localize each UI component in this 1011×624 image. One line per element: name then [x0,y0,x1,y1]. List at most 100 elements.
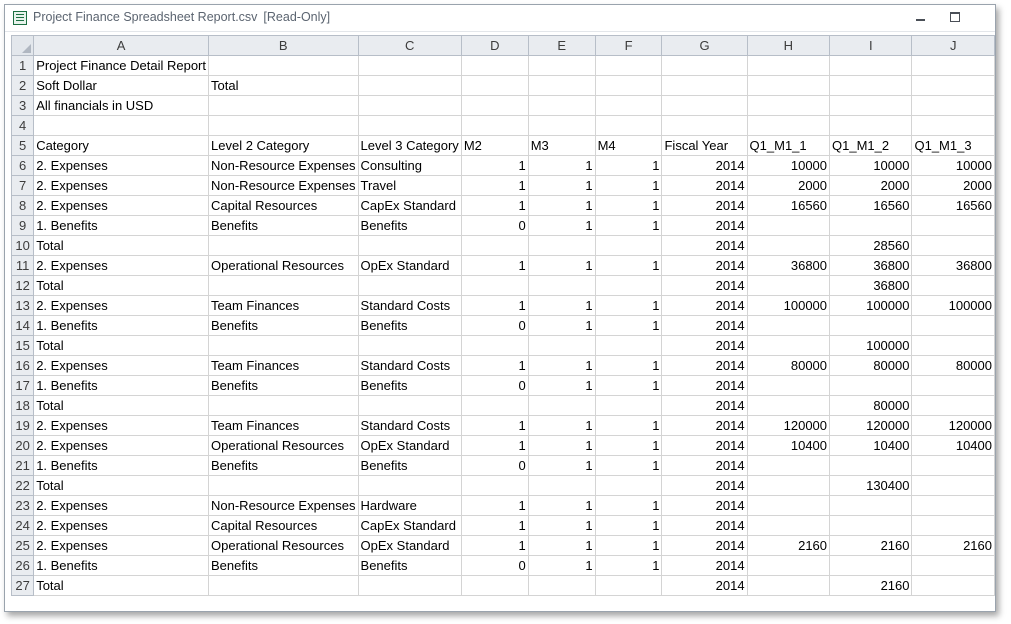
cell-a7[interactable]: 2. Expenses [33,175,209,196]
cell-f19[interactable]: 1 [594,415,663,436]
cell-a19[interactable]: 2. Expenses [33,415,209,436]
cell-c18[interactable] [357,395,462,416]
cell-i2[interactable] [829,75,913,96]
cell-h7[interactable]: 2000 [746,175,831,196]
cell-j14[interactable] [911,315,995,336]
cell-g18[interactable]: 2014 [661,395,748,416]
cell-h5[interactable]: Q1_M1_1 [746,135,831,156]
cell-d2[interactable] [460,75,529,96]
cell-f10[interactable] [594,235,663,256]
column-header-d[interactable]: D [460,35,529,56]
cell-c8[interactable]: CapEx Standard [357,195,462,216]
cell-g1[interactable] [661,55,748,76]
cell-i26[interactable] [829,555,913,576]
cell-j18[interactable] [911,395,995,416]
cell-b2[interactable]: Total [208,75,359,96]
cell-g4[interactable] [661,115,748,136]
cell-b7[interactable]: Non-Resource Expenses [208,175,359,196]
cell-b27[interactable] [208,575,359,596]
cell-e21[interactable]: 1 [527,455,596,476]
column-header-f[interactable]: F [594,35,663,56]
row-header[interactable]: 4 [10,115,35,136]
cell-a27[interactable]: Total [33,575,209,596]
cell-a5[interactable]: Category [33,135,209,156]
cell-d4[interactable] [460,115,529,136]
cell-i8[interactable]: 16560 [829,195,913,216]
cell-j17[interactable] [911,375,995,396]
cell-j19[interactable]: 120000 [911,415,995,436]
cell-a2[interactable]: Soft Dollar [33,75,209,96]
cell-f24[interactable]: 1 [594,515,663,536]
cell-a14[interactable]: 1. Benefits [33,315,209,336]
cell-a11[interactable]: 2. Expenses [33,255,209,276]
cell-e17[interactable]: 1 [527,375,596,396]
cell-e26[interactable]: 1 [527,555,596,576]
cell-b21[interactable]: Benefits [208,455,359,476]
cell-h19[interactable]: 120000 [746,415,831,436]
minimize-icon[interactable] [913,10,929,24]
cell-b25[interactable]: Operational Resources [208,535,359,556]
cell-j21[interactable] [911,455,995,476]
cell-c20[interactable]: OpEx Standard [357,435,462,456]
cell-f17[interactable]: 1 [594,375,663,396]
cell-j23[interactable] [911,495,995,516]
cell-c19[interactable]: Standard Costs [357,415,462,436]
cell-a24[interactable]: 2. Expenses [33,515,209,536]
cell-g11[interactable]: 2014 [661,255,748,276]
cell-b12[interactable] [208,275,359,296]
cell-e10[interactable] [527,235,596,256]
cell-d24[interactable]: 1 [460,515,529,536]
cell-h11[interactable]: 36800 [746,255,831,276]
cell-c3[interactable] [357,95,462,116]
cell-i4[interactable] [829,115,913,136]
cell-e3[interactable] [527,95,596,116]
cell-g22[interactable]: 2014 [661,475,748,496]
cell-a4[interactable] [33,115,209,136]
cell-h12[interactable] [746,275,831,296]
cell-d5[interactable]: M2 [460,135,529,156]
cell-g16[interactable]: 2014 [661,355,748,376]
cell-i24[interactable] [829,515,913,536]
cell-c12[interactable] [357,275,462,296]
cell-e16[interactable]: 1 [527,355,596,376]
column-header-j[interactable]: J [911,35,995,56]
cell-e8[interactable]: 1 [527,195,596,216]
cell-i19[interactable]: 120000 [829,415,913,436]
cell-c4[interactable] [357,115,462,136]
cell-f25[interactable]: 1 [594,535,663,556]
cell-j8[interactable]: 16560 [911,195,995,216]
cell-j7[interactable]: 2000 [911,175,995,196]
cell-c17[interactable]: Benefits [357,375,462,396]
cell-c1[interactable] [357,55,462,76]
row-header[interactable]: 17 [10,375,35,396]
cell-j25[interactable]: 2160 [911,535,995,556]
cell-j13[interactable]: 100000 [911,295,995,316]
cell-h22[interactable] [746,475,831,496]
column-header-i[interactable]: I [829,35,913,56]
cell-i12[interactable]: 36800 [829,275,913,296]
column-header-b[interactable]: B [208,35,359,56]
cell-d15[interactable] [460,335,529,356]
row-header[interactable]: 27 [10,575,35,596]
column-header-h[interactable]: H [746,35,831,56]
cell-j11[interactable]: 36800 [911,255,995,276]
cell-i27[interactable]: 2160 [829,575,913,596]
cell-a23[interactable]: 2. Expenses [33,495,209,516]
cell-e7[interactable]: 1 [527,175,596,196]
cell-b11[interactable]: Operational Resources [208,255,359,276]
cell-d9[interactable]: 0 [460,215,529,236]
cell-d3[interactable] [460,95,529,116]
cell-j16[interactable]: 80000 [911,355,995,376]
cell-g19[interactable]: 2014 [661,415,748,436]
cell-e9[interactable]: 1 [527,215,596,236]
cell-a17[interactable]: 1. Benefits [33,375,209,396]
cell-g7[interactable]: 2014 [661,175,748,196]
cell-c21[interactable]: Benefits [357,455,462,476]
cell-f11[interactable]: 1 [594,255,663,276]
cell-h9[interactable] [746,215,831,236]
cell-g27[interactable]: 2014 [661,575,748,596]
cell-i9[interactable] [829,215,913,236]
cell-h14[interactable] [746,315,831,336]
cell-f7[interactable]: 1 [594,175,663,196]
cell-f4[interactable] [594,115,663,136]
